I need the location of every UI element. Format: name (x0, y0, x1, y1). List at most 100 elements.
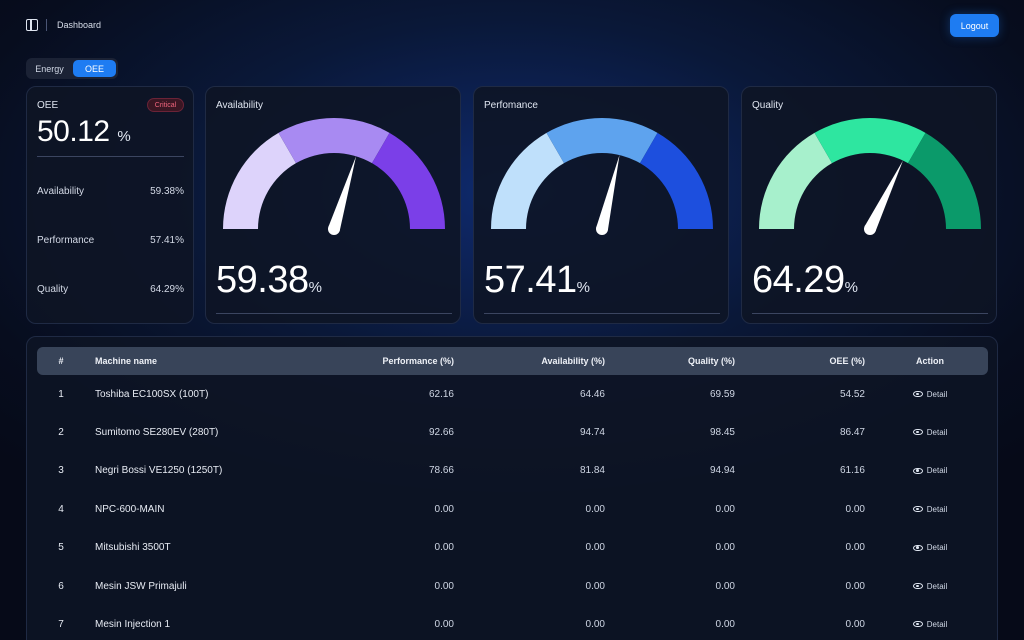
metric-label: Performance (37, 235, 95, 246)
row-performance: 92.66 (428, 426, 454, 438)
oee-number: 50.12 (37, 115, 110, 148)
table-row: 6 Mesin JSW Primajuli 0.00 0.00 0.00 0.00 Deta… (37, 567, 988, 605)
gauge-needle (596, 155, 620, 231)
metric-row-availability: Availability 59.38% (37, 186, 184, 197)
status-badge: Critical (147, 98, 184, 112)
logout-button[interactable]: Logout (950, 14, 999, 37)
gauge-segment-high (372, 132, 445, 229)
eye-icon (912, 506, 923, 513)
gauge-unit: % (844, 279, 858, 296)
row-performance: 62.16 (428, 388, 454, 400)
performance-gauge (491, 118, 713, 235)
gauge-title: Availability (216, 100, 264, 111)
gauge-title: Quality (752, 100, 784, 111)
table-row: 2 Sumitomo SE280EV (280T) 92.66 94.74 98.45 8… (37, 413, 988, 451)
gauge-unit: % (308, 279, 322, 296)
row-oee: 54.52 (839, 388, 865, 400)
gauge-needle (864, 160, 903, 232)
detail-label: Detail (926, 619, 948, 629)
table-row: 3 Negri Bossi VE1250 (1250T) 78.66 81.84 94.… (37, 452, 988, 490)
detail-button[interactable]: Detail (912, 581, 948, 591)
gauge-needle (328, 156, 357, 231)
row-action: Detail (895, 413, 965, 451)
gauge-needle-hub (864, 223, 876, 235)
row-quality: 69.59 (709, 388, 735, 400)
header-oee[interactable]: OEE (%) (735, 347, 865, 375)
row-quality: 0.00 (715, 503, 735, 515)
eye-icon (912, 544, 923, 551)
gauge-title: Perfomance (484, 100, 538, 111)
detail-label: Detail (926, 389, 948, 399)
row-index: 5 (58, 542, 64, 554)
row-performance: 0.00 (434, 503, 454, 515)
row-quality: 94.94 (709, 465, 735, 477)
metric-value: 59.38% (150, 186, 184, 197)
detail-label: Detail (926, 427, 948, 437)
row-oee: 0.00 (845, 503, 865, 515)
eye-icon (912, 621, 923, 628)
availability-gauge-card: Availability 59.38% (205, 86, 461, 324)
quality-gauge-card: Quality 64.29% (741, 86, 997, 324)
header-performance[interactable]: Performance (%) (305, 347, 454, 375)
view-tabs: Energy OEE (26, 58, 118, 79)
gauge-value: 59.38% (216, 259, 322, 302)
tab-oee[interactable]: OEE (73, 60, 116, 77)
row-action: Detail (895, 529, 965, 567)
row-action: Detail (895, 452, 965, 490)
row-machine-name: Sumitomo SE280EV (280T) (95, 426, 219, 438)
row-machine-name: Negri Bossi VE1250 (1250T) (95, 465, 223, 477)
header-machine-name[interactable]: Machine name (95, 347, 315, 375)
gauge-needle-hub (328, 223, 340, 235)
detail-button[interactable]: Detail (912, 619, 948, 629)
gauge-segment-mid (814, 118, 926, 164)
header-quality[interactable]: Quality (%) (605, 347, 735, 375)
row-quality: 0.00 (715, 580, 735, 592)
detail-button[interactable]: Detail (912, 466, 947, 475)
tab-energy[interactable]: Energy (28, 60, 71, 77)
row-action: Detail (895, 490, 965, 528)
gauge-segment-high (640, 132, 713, 229)
detail-button[interactable]: Detail (912, 389, 948, 399)
gauge-segment-high (908, 132, 981, 229)
row-availability: 0.00 (585, 503, 605, 515)
row-oee: 86.47 (839, 426, 865, 438)
header-index: # (58, 356, 64, 366)
eye-icon (912, 391, 923, 397)
breadcrumb[interactable]: Dashboard (57, 20, 101, 30)
row-performance: 0.00 (434, 580, 454, 592)
metric-label: Availability (37, 186, 85, 197)
table-row: 5 Mitsubishi 3500T 0.00 0.00 0.00 0.00 Detail (37, 529, 988, 567)
detail-label: Detail (926, 581, 948, 591)
oee-summary-card: OEE Critical 50.12 % Availability 59.38%… (26, 86, 194, 324)
row-index: 4 (58, 503, 64, 515)
detail-button[interactable]: Detail (912, 505, 947, 514)
eye-icon (912, 429, 923, 436)
row-machine-name: Mesin Injection 1 (95, 618, 171, 630)
metric-row-performance: Performance 57.41% (37, 235, 184, 246)
row-availability: 0.00 (585, 580, 605, 592)
gauge-number: 64.29 (752, 259, 845, 301)
gauge-number: 57.41 (484, 259, 577, 301)
row-index: 3 (58, 465, 64, 477)
quality-gauge (759, 118, 981, 235)
detail-button[interactable]: Detail (912, 427, 948, 437)
header-availability[interactable]: Availability (%) (455, 347, 605, 375)
row-quality: 0.00 (715, 618, 735, 630)
machines-table-card: # Machine name Performance (%) Availabil… (26, 336, 998, 640)
detail-button[interactable]: Detail (912, 543, 948, 553)
metric-value: 64.29% (150, 284, 184, 295)
gauge-value: 64.29% (752, 259, 858, 302)
gauge-segment-low (759, 132, 832, 229)
row-index: 7 (58, 618, 64, 630)
eye-icon (912, 467, 923, 474)
row-performance: 0.00 (434, 618, 454, 630)
sidebar-toggle-icon[interactable] (26, 19, 38, 31)
top-bar: Dashboard Logout (0, 0, 1024, 52)
row-index: 6 (58, 580, 64, 592)
gauge-segment-mid (278, 118, 390, 164)
row-oee: 61.16 (839, 465, 865, 477)
performance-gauge-card: Perfomance 57.41% (473, 86, 729, 324)
detail-label: Detail (926, 543, 948, 553)
summary-divider (37, 156, 184, 157)
oee-value: 50.12 % (37, 115, 131, 149)
